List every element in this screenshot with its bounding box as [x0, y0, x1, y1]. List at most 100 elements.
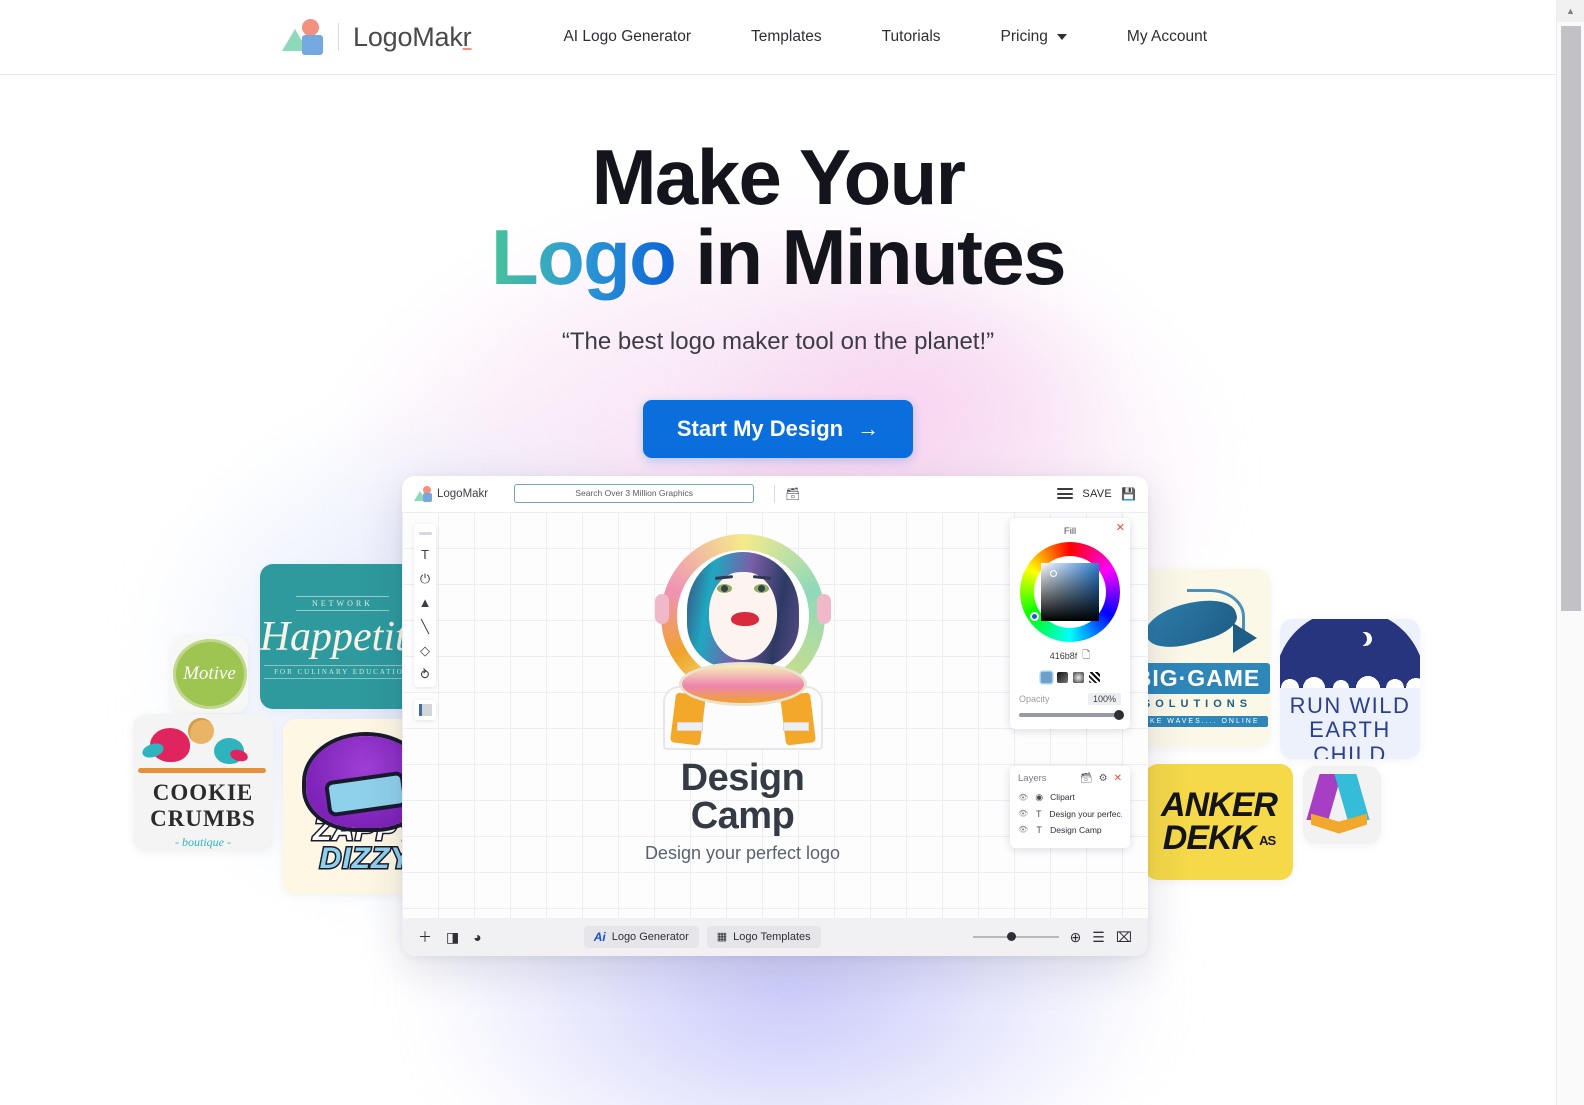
layer-name: Design your perfec...	[1049, 808, 1122, 819]
brand-divider	[338, 23, 339, 51]
diamond-tool-icon[interactable]: ◇	[420, 644, 430, 657]
linear-gradient-swatch[interactable]	[1056, 671, 1068, 683]
gear-icon[interactable]: ⚙	[1099, 773, 1108, 784]
birds-illustration	[133, 714, 273, 778]
site-header: LogoMakr AI Logo Generator Templates Tut…	[0, 0, 1556, 75]
scroll-up-arrow-icon[interactable]: ▲	[1557, 0, 1584, 22]
cookie-crumbs-mark: COOKIE CRUMBS - boutique -	[133, 714, 273, 850]
editor-brand[interactable]: LogoMakr	[414, 485, 488, 502]
folder-icon[interactable]: ◨	[446, 930, 459, 944]
anker-suffix: AS	[1259, 832, 1276, 848]
record-icon[interactable]: ◕	[473, 930, 481, 944]
cta-label: Start My Design	[676, 415, 844, 441]
opacity-slider-knob[interactable]	[1114, 709, 1124, 720]
canvas-title-text[interactable]: Design Camp	[640, 759, 845, 835]
logo-card-sub: - boutique -	[175, 834, 231, 849]
layer-name: Clipart	[1050, 792, 1075, 803]
close-icon[interactable]: ✕	[1114, 773, 1122, 784]
opacity-slider[interactable]	[1019, 709, 1124, 720]
layers-panel-header: Layers 🗃 ⚙ ✕	[1018, 773, 1122, 784]
nav-item-my-account[interactable]: My Account	[1127, 18, 1207, 56]
logo-card-anker-dekk[interactable]: ANKER DEKK AS	[1145, 763, 1293, 880]
text-layer-icon: T	[1036, 808, 1042, 819]
page-root: LogoMakr AI Logo Generator Templates Tut…	[0, 0, 1556, 1105]
hero-title-rest: in Minutes	[675, 213, 1066, 302]
logo-templates-button[interactable]: ▦ Logo Templates	[706, 925, 821, 948]
logo-card-cookie-crumbs[interactable]: COOKIE CRUMBS - boutique -	[133, 713, 273, 851]
power-tool-icon[interactable]: ⏻	[420, 572, 430, 585]
close-icon[interactable]: ✕	[1116, 521, 1125, 534]
color-swatch-tool[interactable]	[414, 699, 436, 720]
color-wheel[interactable]	[1020, 541, 1120, 642]
hex-value[interactable]: 416b8f	[1050, 651, 1078, 661]
eye-icon	[716, 583, 732, 593]
geo-shape-cyan	[1334, 773, 1370, 820]
layer-list-item[interactable]: 👁 T Design Camp	[1018, 822, 1122, 838]
start-my-design-button[interactable]: Start My Design →	[642, 399, 914, 458]
logo-card-run-wild[interactable]: RUN WILD EARTH CHILD	[1280, 618, 1420, 759]
cookie-line2: CRUMBS	[150, 806, 256, 832]
logo-card-motive[interactable]: Motive	[171, 635, 248, 713]
nav-label: Pricing	[1000, 28, 1048, 45]
opacity-value[interactable]: 100%	[1087, 692, 1121, 705]
zoom-slider-knob[interactable]	[1006, 931, 1016, 941]
brand-name: LogoMakr	[353, 22, 472, 53]
square-shape-icon	[302, 35, 323, 55]
eye-icon[interactable]: 👁	[1018, 809, 1028, 818]
motive-mark: Motive	[172, 639, 247, 710]
editor-topbar: LogoMakr Search Over 3 Million Graphics …	[402, 475, 1148, 512]
eye-icon[interactable]: 👁	[1018, 793, 1028, 802]
scrollbar-thumb[interactable]	[1561, 26, 1581, 611]
opacity-label: Opacity	[1019, 693, 1050, 704]
editor-left-toolbar: T ⏻ ▲ ╲ ◇ ⥁	[414, 523, 436, 687]
globe-icon[interactable]: ⊕	[1070, 930, 1082, 944]
save-disk-icon[interactable]: 💾	[1121, 488, 1136, 500]
radial-gradient-swatch[interactable]	[1072, 671, 1084, 683]
crop-icon[interactable]: ⌧	[1116, 930, 1132, 944]
line-tool-icon[interactable]: ╲	[421, 620, 429, 633]
eye-icon	[753, 583, 769, 593]
logo-card-label: Happetite	[260, 614, 425, 661]
nav-item-tutorials[interactable]: Tutorials	[882, 18, 941, 56]
save-label[interactable]: SAVE	[1082, 488, 1112, 500]
layers-icon[interactable]: ☰	[1092, 930, 1105, 944]
hamburger-menu-icon[interactable]	[1057, 485, 1074, 501]
pattern-fill-swatch[interactable]	[1088, 671, 1100, 683]
shape-triangle-tool-icon[interactable]: ▲	[419, 596, 432, 609]
toolbar-grip[interactable]	[418, 531, 432, 535]
nav-item-templates[interactable]: Templates	[751, 18, 822, 56]
astronaut-illustration-icon	[654, 533, 831, 750]
search-input[interactable]: Search Over 3 Million Graphics	[514, 484, 755, 504]
canvas-artwork[interactable]: Design Camp Design your perfect logo	[640, 533, 845, 864]
clipart-icon: ◉	[1035, 791, 1044, 802]
hue-selector-dot[interactable]	[1030, 611, 1039, 621]
nav-label: AI Logo Generator	[563, 28, 691, 45]
copy-icon[interactable]: 🗋	[1082, 648, 1090, 665]
happetite-mark: NETWORK Happetite FOR CULINARY EDUCATION	[260, 593, 425, 680]
nav-item-pricing[interactable]: Pricing	[1001, 18, 1067, 56]
text-layer-icon: T	[1036, 824, 1042, 835]
text-tool-icon[interactable]: T	[421, 548, 429, 561]
canvas-subtitle-text[interactable]: Design your perfect logo	[640, 843, 845, 864]
layer-list-item[interactable]: 👁 T Design your perfec...	[1018, 806, 1122, 822]
solid-fill-swatch[interactable]	[1040, 671, 1052, 683]
nav-label: Tutorials	[881, 28, 941, 45]
sv-selector-dot[interactable]	[1050, 569, 1057, 577]
layer-list-item[interactable]: 👁 ◉ Clipart	[1018, 789, 1122, 806]
add-icon[interactable]: ＋	[418, 930, 432, 944]
logo-card-happetite[interactable]: NETWORK Happetite FOR CULINARY EDUCATION	[260, 563, 425, 709]
history-tool-icon[interactable]: ⥁	[421, 668, 430, 681]
zoom-slider[interactable]	[972, 931, 1059, 941]
nav-item-ai-logo-generator[interactable]: AI Logo Generator	[563, 18, 691, 56]
hero-subtitle: “The best logo maker tool on the planet!…	[561, 327, 995, 355]
duplicate-layer-icon[interactable]: 🗃	[1080, 773, 1093, 784]
logo-card-tag: MAKE WAVES.... ONLINE	[1127, 716, 1268, 728]
eye-icon[interactable]: 👁	[1018, 825, 1028, 834]
brand-logo[interactable]: LogoMakr	[282, 19, 472, 55]
page-scrollbar[interactable]: ▲	[1556, 0, 1584, 1105]
nav-label: My Account	[1126, 28, 1208, 45]
fill-panel: ✕ Fill 416b8f 🗋 Opacity 100%	[1010, 517, 1130, 729]
ai-logo-generator-button[interactable]: Ai Logo Generator	[583, 925, 699, 948]
logo-card-geo-mark[interactable]	[1303, 765, 1381, 844]
new-project-icon[interactable]: 🗃	[785, 488, 800, 500]
